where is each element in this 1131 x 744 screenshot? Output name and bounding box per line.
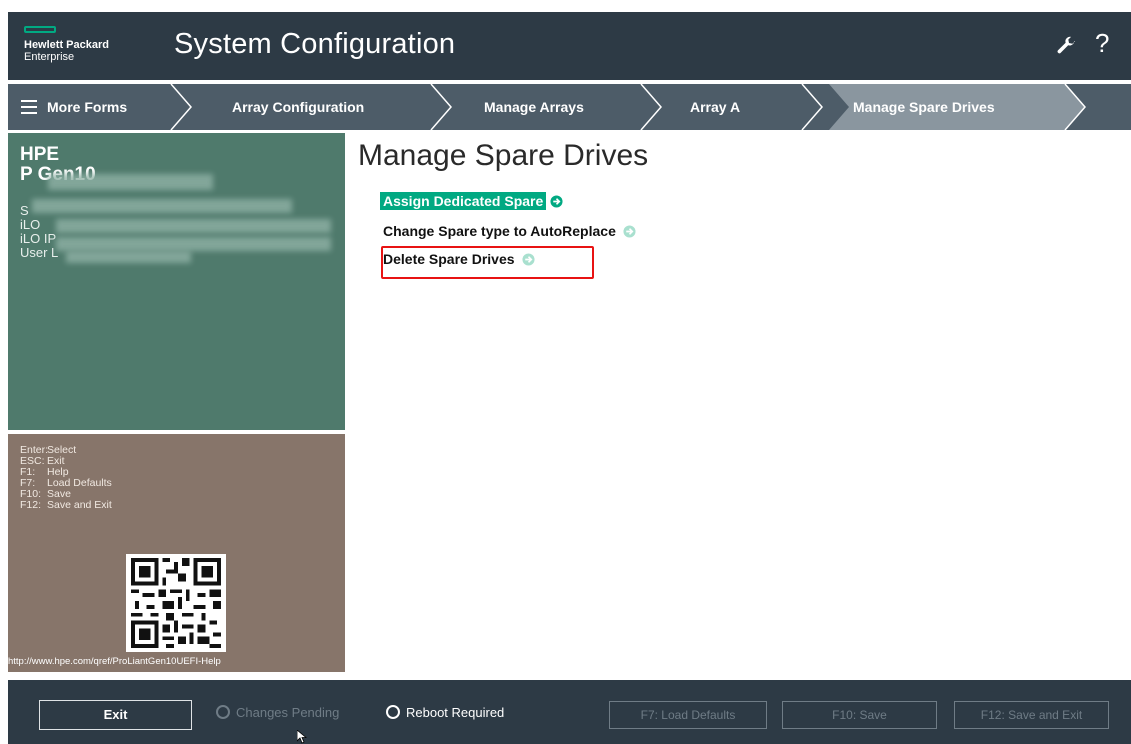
page-title: Manage Spare Drives (358, 139, 649, 172)
uefi-system-configuration: Hewlett Packard Enterprise System Config… (0, 0, 1131, 744)
option-label: Assign Dedicated Spare (380, 192, 547, 210)
change-spare-type-option[interactable]: Change Spare type to AutoReplace (380, 222, 636, 240)
app-title: System Configuration (174, 28, 456, 60)
logo-text-line2: Enterprise (24, 51, 75, 63)
qr-code-icon (126, 554, 226, 652)
redacted-block (48, 174, 213, 190)
help-url-link[interactable]: http://www.hpe.com/qref/ProLiantGen10UEF… (8, 656, 221, 667)
footer-bar: Exit Changes Pending Reboot Required F7:… (8, 680, 1131, 744)
crumb-manage-arrays[interactable]: Manage Arrays (484, 84, 584, 130)
redacted-block (32, 199, 292, 213)
hamburger-menu-icon[interactable] (21, 100, 37, 114)
crumb-manage-spare-drives[interactable]: Manage Spare Drives (853, 84, 995, 130)
crumb-separator (170, 84, 192, 130)
wrench-icon[interactable] (1055, 35, 1077, 57)
save-and-exit-button[interactable]: F12: Save and Exit (954, 701, 1109, 729)
breadcrumb: More Forms Array Configuration Manage Ar… (8, 84, 1131, 130)
more-forms-button[interactable]: More Forms (47, 84, 127, 130)
changes-pending-label: Changes Pending (236, 705, 340, 720)
hpe-logo: Hewlett Packard Enterprise (24, 26, 109, 63)
redacted-block (56, 237, 331, 251)
redacted-block (66, 251, 191, 263)
header-bar: Hewlett Packard Enterprise System Config… (8, 12, 1131, 80)
status-ring-icon (386, 705, 400, 720)
crumb-separator (640, 84, 662, 130)
reboot-required-status: Reboot Required (386, 705, 504, 720)
crumb-separator (801, 84, 823, 130)
crumb-array-a[interactable]: Array A (690, 84, 740, 130)
logo-text-line1: Hewlett Packard (24, 39, 109, 51)
status-ring-icon (216, 705, 230, 720)
hpe-logo-mark (24, 26, 56, 33)
hotkey-row: F12: Save and Exit (20, 499, 112, 511)
save-button[interactable]: F10: Save (782, 701, 937, 729)
redacted-block (56, 219, 331, 233)
load-defaults-button[interactable]: F7: Load Defaults (609, 701, 767, 729)
exit-button[interactable]: Exit (39, 700, 192, 730)
help-icon[interactable]: ? (1095, 28, 1109, 59)
changes-pending-status: Changes Pending (216, 705, 339, 720)
arrow-right-circle-icon (623, 225, 636, 238)
red-highlight-annotation (381, 246, 594, 279)
crumb-array-configuration[interactable]: Array Configuration (232, 84, 364, 130)
arrow-right-circle-icon (550, 195, 563, 208)
mouse-cursor-icon (297, 730, 307, 744)
option-label: Change Spare type to AutoReplace (383, 223, 616, 239)
hotkeys-panel: Enter:Select ESC: Exit F1: Help F7: Load De… (8, 434, 345, 672)
reboot-required-label: Reboot Required (406, 705, 505, 720)
crumb-separator (430, 84, 452, 130)
assign-dedicated-spare-option[interactable]: Assign Dedicated Spare (380, 192, 563, 210)
system-info-panel: HPE P Gen10 S iLO iLO IP User L (8, 133, 345, 430)
